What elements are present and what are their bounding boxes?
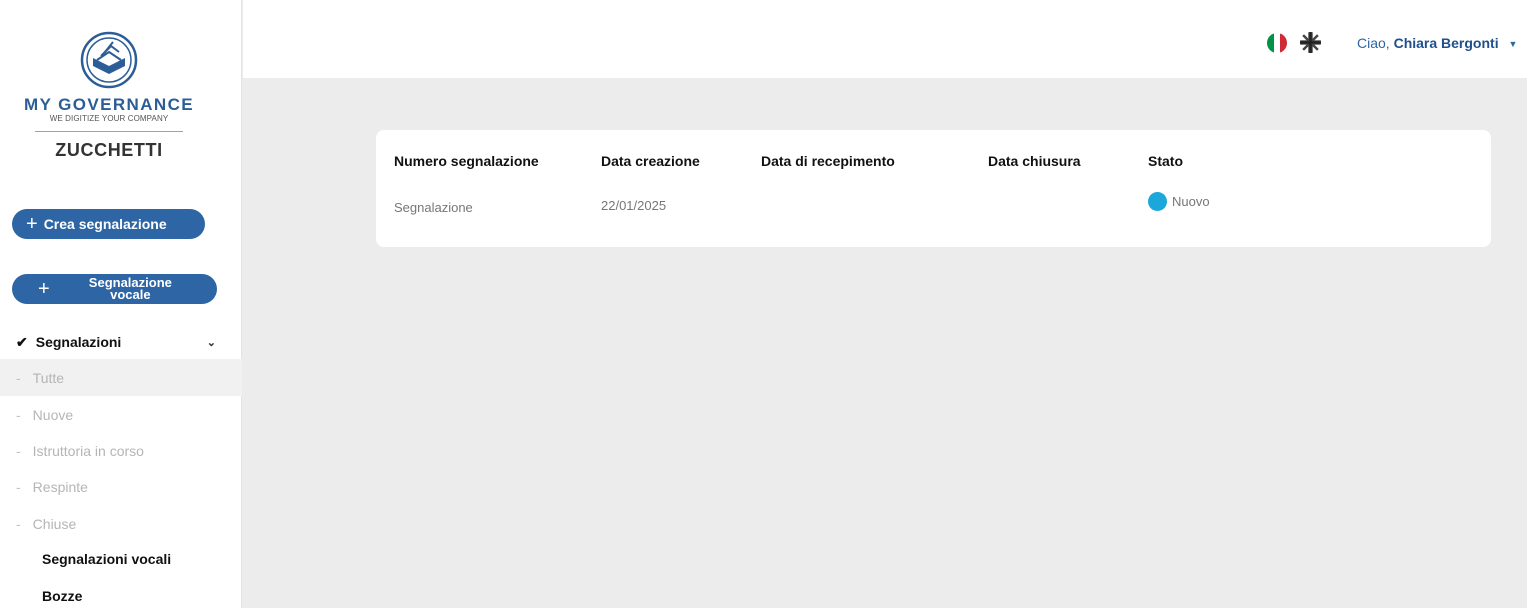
caret-down-icon: ▼ — [1508, 39, 1518, 50]
dash-icon: - — [16, 515, 21, 532]
plus-icon: + — [38, 278, 50, 300]
voice-report-button[interactable]: + Segnalazione vocale — [12, 274, 217, 304]
nav-section-label: Segnalazioni — [35, 334, 122, 350]
status-badge: Nuovo — [1148, 192, 1210, 211]
dash-icon: - — [16, 406, 21, 423]
sidebar-item-chiuse[interactable]: - Chiuse — [0, 505, 242, 542]
reports-table: Numero segnalazione Data creazione Data … — [376, 130, 1491, 247]
brand-name: MY GOVERNANCE — [24, 95, 194, 114]
plus-icon: + — [26, 213, 38, 235]
sidebar-item-label: Respinte — [32, 478, 88, 495]
sidebar-item-nuove[interactable]: - Nuove — [0, 396, 242, 433]
sidebar-item-label: Tutte — [32, 369, 65, 386]
column-header-data-chiusura[interactable]: Data chiusura — [988, 153, 1081, 169]
it-flag-icon[interactable] — [1267, 33, 1287, 53]
top-bar — [243, 0, 1527, 78]
brand-company: ZUCCHETTI — [55, 140, 163, 160]
status-label: Nuovo — [1172, 194, 1210, 209]
book-emblem-icon — [80, 31, 138, 89]
sidebar-item-voice-reports[interactable]: Segnalazioni vocali — [42, 551, 171, 567]
brand-tagline: WE DIGITIZE YOUR COMPANY — [49, 114, 169, 123]
cell-data-creazione: 22/01/2025 — [601, 198, 667, 213]
create-report-button[interactable]: + Crea segnalazione — [12, 209, 205, 239]
sidebar-item-label: Nuove — [32, 406, 74, 423]
dash-icon: - — [16, 478, 21, 495]
brand-logo[interactable]: MY GOVERNANCE WE DIGITIZE YOUR COMPANY Z… — [0, 30, 218, 160]
dash-icon: - — [16, 442, 21, 459]
brand-divider — [35, 131, 183, 132]
chevron-down-icon: ⌄ — [206, 336, 216, 349]
voice-report-label: Segnalazione vocale — [88, 275, 172, 302]
column-header-data-creazione[interactable]: Data creazione — [601, 153, 700, 169]
user-menu[interactable]: Ciao, Chiara Bergonti ▼ — [1357, 35, 1517, 51]
dash-icon: - — [16, 369, 21, 386]
nav-section-segnalazioni[interactable]: ✔ Segnalazioni ⌄ — [16, 332, 216, 352]
check-icon: ✔ — [16, 333, 28, 350]
column-header-numero[interactable]: Numero segnalazione — [394, 153, 539, 169]
create-report-label: Crea segnalazione — [43, 216, 167, 232]
cell-numero: Segnalazione — [394, 200, 473, 215]
greeting-text: Ciao, — [1357, 35, 1390, 51]
user-name: Chiara Bergonti — [1393, 35, 1499, 51]
sidebar-item-label: Chiuse — [32, 515, 77, 532]
sidebar-item-respinte[interactable]: - Respinte — [0, 468, 242, 505]
sidebar-item-tutte[interactable]: - Tutte — [0, 359, 242, 396]
sidebar-item-drafts[interactable]: Bozze — [42, 588, 82, 604]
column-header-data-recepimento[interactable]: Data di recepimento — [761, 153, 895, 169]
sidebar-item-label: Istruttoria in corso — [32, 442, 144, 459]
sidebar: MY GOVERNANCE WE DIGITIZE YOUR COMPANY Z… — [0, 0, 242, 608]
sidebar-item-istruttoria[interactable]: - Istruttoria in corso — [0, 432, 242, 469]
column-header-stato[interactable]: Stato — [1148, 153, 1183, 169]
uk-flag-icon[interactable] — [1300, 32, 1321, 53]
status-dot-icon — [1148, 192, 1167, 211]
